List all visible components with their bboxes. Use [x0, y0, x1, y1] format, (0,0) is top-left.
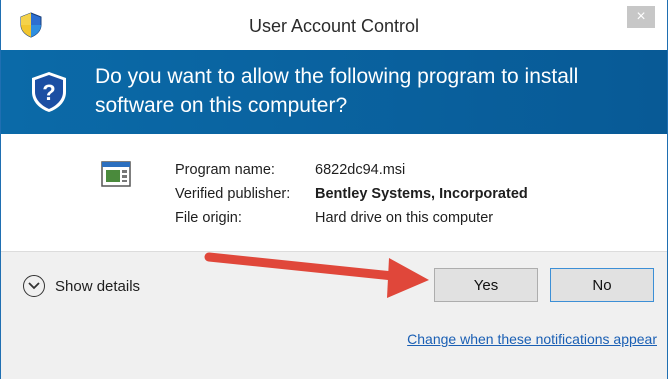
chevron-down-icon: [28, 282, 40, 290]
close-button[interactable]: ×: [627, 6, 655, 28]
no-button[interactable]: No: [550, 268, 654, 302]
chevron-down-circle-icon[interactable]: [23, 275, 45, 297]
dialog-footer: Show details Yes No Change when these no…: [1, 251, 667, 379]
change-notifications-link[interactable]: Change when these notifications appear: [407, 331, 657, 347]
uac-dialog: User Account Control × ? Do you want to …: [0, 0, 668, 379]
details-table: Program name: 6822dc94.msi Verified publi…: [175, 158, 528, 230]
help-shield-icon: ?: [32, 72, 66, 112]
file-origin-value: Hard drive on this computer: [315, 210, 494, 226]
detail-row-file-origin: File origin: Hard drive on this computer: [175, 206, 528, 230]
banner-question: Do you want to allow the following progr…: [95, 65, 579, 117]
detail-row-program-name: Program name: 6822dc94.msi: [175, 158, 528, 182]
svg-text:?: ?: [42, 80, 55, 105]
detail-label: Program name:: [175, 162, 275, 178]
program-name-value: 6822dc94.msi: [315, 162, 406, 178]
detail-label: File origin:: [175, 210, 242, 226]
yes-button[interactable]: Yes: [434, 268, 538, 302]
detail-row-publisher: Verified publisher: Bentley Systems, Inco…: [175, 182, 528, 206]
show-details-label[interactable]: Show details: [55, 278, 140, 295]
title-bar: User Account Control ×: [1, 0, 667, 50]
program-details: Program name: 6822dc94.msi Verified publi…: [1, 134, 667, 251]
show-details-toggle[interactable]: Show details: [23, 274, 140, 298]
window-title: User Account Control: [248, 16, 420, 36]
publisher-value: Bentley Systems, Incorporated: [315, 186, 528, 202]
question-banner: ? Do you want to allow the following pro…: [1, 50, 667, 134]
installer-package-icon: [101, 161, 131, 187]
detail-label: Verified publisher:: [175, 186, 291, 202]
